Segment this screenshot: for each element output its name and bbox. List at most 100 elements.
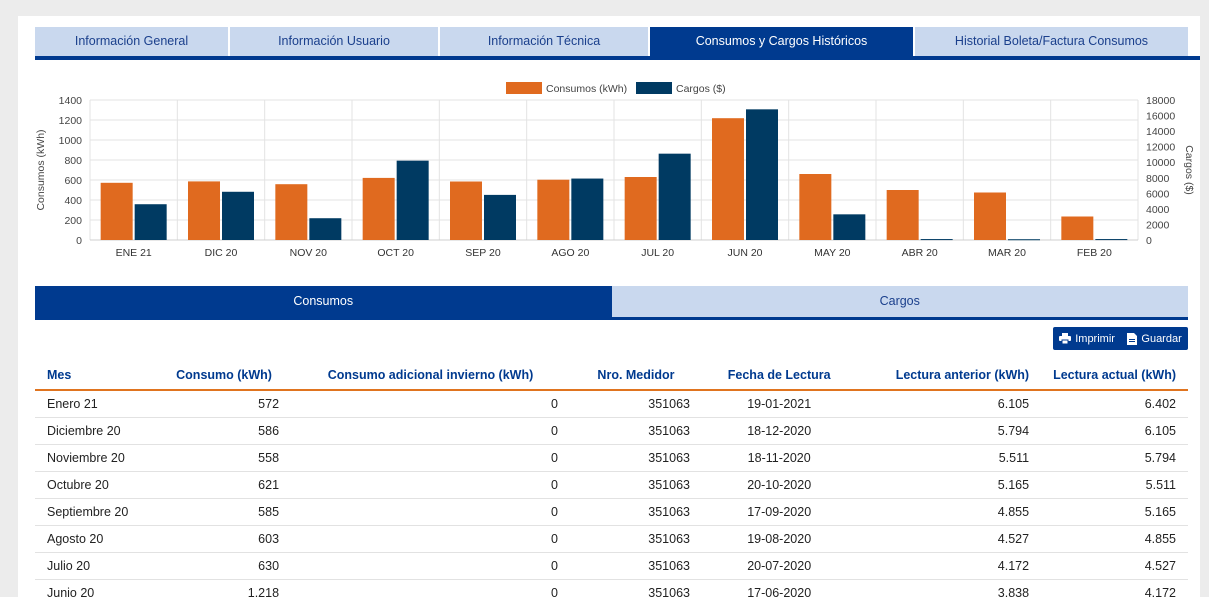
legend-swatch-cargos [636,82,672,94]
x-tick-label: DIC 20 [205,247,238,259]
table-cell: Agosto 20 [35,525,158,553]
table-cell: 5.794 [856,417,1042,445]
tab-informacion-tecnica[interactable]: Información Técnica [440,27,650,56]
table-cell: 585 [157,498,292,526]
table-cell: Septiembre 20 [35,498,158,526]
x-tick-label: SEP 20 [465,247,501,259]
print-button[interactable]: Imprimir [1059,333,1115,345]
y-tick-label: 0 [76,235,82,247]
y-tick-label: 800 [64,155,82,167]
table-cell: 0 [291,390,570,418]
legend-swatch-consumos [506,82,542,94]
y-axis-title: Consumos (kWh) [35,129,47,210]
actions-bar: Imprimir Guardar [1053,327,1188,350]
table-cell: 4.855 [1041,525,1188,553]
col-fecha-lectura[interactable]: Fecha de Lectura [701,361,857,391]
table-cell: 5.794 [1041,444,1188,472]
tab-consumos[interactable]: Consumos [35,286,612,317]
table-cell: 572 [157,390,292,418]
table-cell: 5.165 [856,471,1042,499]
bar-cargos [222,191,254,240]
bar-consumos [1061,216,1094,240]
tab-informacion-usuario[interactable]: Información Usuario [230,27,440,56]
col-consumo[interactable]: Consumo (kWh) [157,361,292,391]
table-cell: 351063 [569,579,702,597]
table-cell: Julio 20 [35,552,158,580]
page-frame: Información General Información Usuario … [18,16,1200,597]
bar-consumos [362,177,395,240]
bar-cargos [309,218,342,240]
table-cell: 351063 [569,525,702,553]
y2-tick-label: 2000 [1146,219,1170,231]
table-cell: 0 [291,471,570,499]
x-tick-label: ABR 20 [902,247,938,259]
tab-consumos-cargos[interactable]: Consumos y Cargos Históricos [650,27,915,56]
x-tick-label: MAY 20 [814,247,851,259]
bar-consumos [100,182,133,240]
consumos-table: Mes Consumo (kWh) Consumo adicional invi… [35,361,1188,597]
bar-consumos [188,181,220,240]
table-cell: 351063 [569,417,702,445]
save-button[interactable]: Guardar [1127,332,1182,345]
table-cell: 630 [157,552,292,580]
table-cell: 0 [291,444,570,472]
table-row: Julio 20 630 0 351063 20-07-2020 4.172 4.527 [35,552,1188,580]
table-cell: 19-01-2021 [701,390,857,418]
col-lectura-actual[interactable]: Lectura actual (kWh) [1041,361,1188,391]
bar-consumos [974,192,1006,240]
y2-axis-title: Cargos ($) [1183,145,1195,195]
bar-consumos [799,174,832,240]
table-cell: 17-06-2020 [701,579,857,597]
tab-historial-boleta[interactable]: Historial Boleta/Factura Consumos [915,27,1188,56]
col-consumo-adicional[interactable]: Consumo adicional invierno (kWh) [291,361,570,391]
table-row: Noviembre 20 558 0 351063 18-11-2020 5.511 5.7… [35,444,1188,472]
col-nro-medidor[interactable]: Nro. Medidor [569,361,702,391]
bar-cargos [746,109,778,240]
bar-cargos [1008,239,1040,241]
x-tick-label: ENE 21 [116,247,152,259]
printer-icon [1059,333,1072,344]
table-row: Enero 21 572 0 351063 19-01-2021 6.105 6.402 [35,390,1188,418]
table-cell: 4.855 [856,498,1042,526]
table-row: Octubre 20 621 0 351063 20-10-2020 5.165 5.511 [35,471,1188,499]
consumos-cargos-chart: 0200400600800100012001400020004000600080… [35,82,1195,259]
tab-cargos[interactable]: Cargos [611,286,1188,317]
col-mes[interactable]: Mes [35,361,158,391]
table-cell: 0 [291,498,570,526]
bar-consumos [886,190,919,240]
y2-tick-label: 10000 [1146,157,1175,169]
table-cell: 18-11-2020 [701,444,857,472]
bar-cargos [833,214,866,240]
bar-consumos [275,184,308,240]
y2-tick-label: 18000 [1146,95,1175,107]
y2-tick-label: 8000 [1146,173,1170,185]
x-tick-label: NOV 20 [290,247,328,259]
col-lectura-anterior[interactable]: Lectura anterior (kWh) [856,361,1042,391]
y2-tick-label: 0 [1146,235,1152,247]
y2-tick-label: 14000 [1146,126,1175,138]
table-cell: Junio 20 [35,579,158,597]
x-tick-label: FEB 20 [1077,247,1112,259]
table-cell: 4.527 [856,525,1042,553]
legend-label-consumos: Consumos (kWh) [546,83,627,95]
table-row: Junio 20 1.218 0 351063 17-06-2020 3.838 4.172 [35,579,1188,597]
y-tick-label: 1200 [59,115,83,127]
bar-consumos [712,118,744,240]
bar-cargos [920,239,953,241]
top-tab-bar: Información General Información Usuario … [35,27,1200,60]
table-cell: 351063 [569,444,702,472]
y2-tick-label: 12000 [1146,142,1175,154]
bar-cargos [1095,239,1128,241]
table-cell: 1.218 [157,579,292,597]
sub-tab-bar: Consumos Cargos [35,286,1188,320]
tab-informacion-general[interactable]: Información General [35,27,230,56]
table-cell: 4.527 [1041,552,1188,580]
table-cell: 6.105 [1041,417,1188,445]
bar-consumos [450,181,482,240]
table-cell: 621 [157,471,292,499]
y-tick-label: 1400 [59,95,83,107]
x-tick-label: JUN 20 [727,247,762,259]
table-cell: Diciembre 20 [35,417,158,445]
table-cell: 20-10-2020 [701,471,857,499]
y2-tick-label: 6000 [1146,188,1170,200]
